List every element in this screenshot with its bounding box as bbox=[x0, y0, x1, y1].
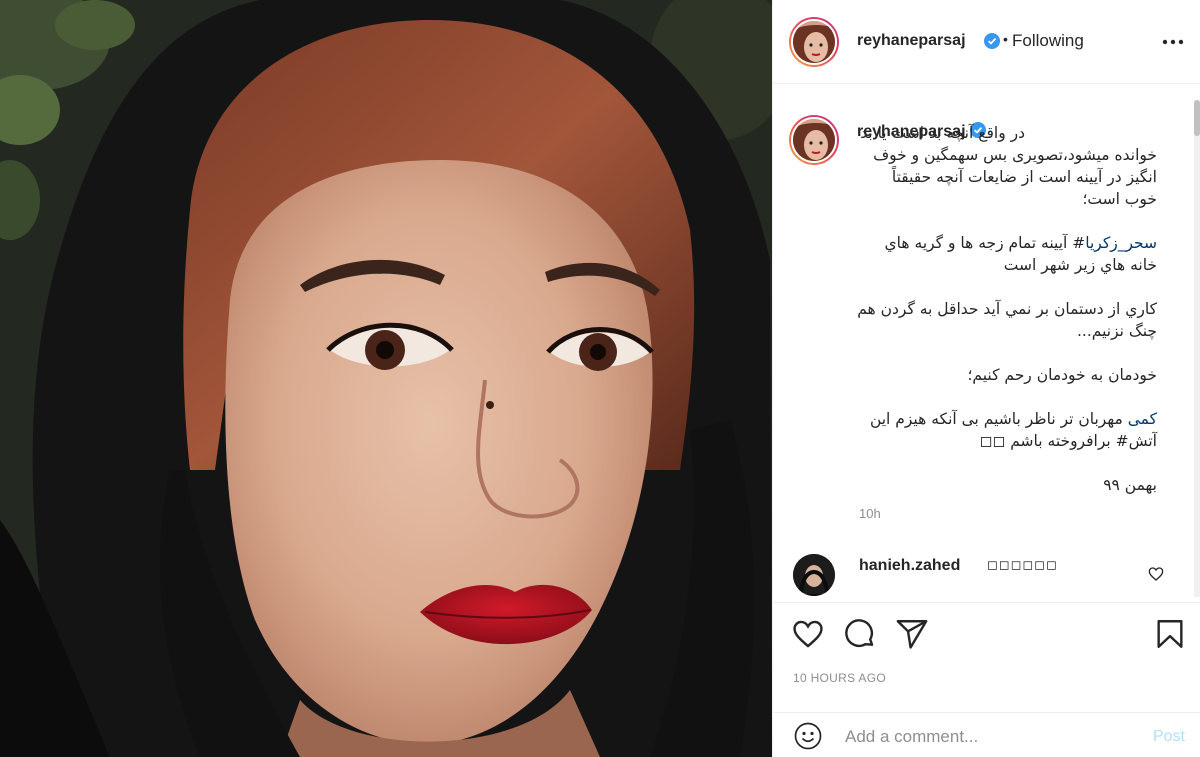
caption-text: در واقع آنچه بد است یا بد خوانده میشود،ت… bbox=[857, 122, 1157, 518]
comments-scrollbar[interactable] bbox=[1194, 100, 1200, 597]
comment-icon[interactable] bbox=[843, 617, 877, 651]
add-comment-bar: Post bbox=[773, 712, 1200, 757]
caption-paragraph: بهمن ۹۹ bbox=[1103, 476, 1157, 494]
comment-like-heart-icon[interactable] bbox=[1148, 566, 1164, 582]
caption-author-avatar[interactable] bbox=[789, 115, 839, 165]
separator-dot: • bbox=[1003, 31, 1008, 47]
caption-paragraph: سحر_زکریا# آیینه تمام زجه ها و گریه هاي … bbox=[884, 234, 1157, 274]
commenter-avatar[interactable] bbox=[793, 554, 835, 596]
post-comment-button[interactable]: Post bbox=[1153, 728, 1185, 746]
post-actions: 10 HOURS AGO bbox=[773, 602, 1200, 712]
avatar-image bbox=[793, 119, 835, 161]
avatar-image bbox=[793, 21, 835, 63]
caption-paragraph: در واقع آنچه بد است یا بد خوانده میشود،ت… bbox=[860, 124, 1157, 208]
caption-paragraph: خودمان به خودمان رحم کنیم؛ bbox=[967, 366, 1158, 384]
avatar-image bbox=[793, 554, 835, 596]
comments-section: reyhaneparsaj در واقع آنچه بد است یا بد … bbox=[773, 84, 1200, 602]
post-side-panel: reyhaneparsaj • Following reyhaneparsaj … bbox=[772, 0, 1200, 757]
emoji-icon[interactable] bbox=[793, 721, 823, 751]
commenter-username[interactable]: hanieh.zahed bbox=[859, 557, 960, 575]
verified-badge-icon bbox=[984, 33, 1000, 49]
scrollbar-thumb[interactable] bbox=[1194, 100, 1200, 136]
bookmark-icon[interactable] bbox=[1153, 617, 1187, 651]
following-button[interactable]: Following bbox=[1012, 31, 1084, 51]
send-icon[interactable] bbox=[895, 617, 929, 651]
post-photo[interactable] bbox=[0, 0, 772, 757]
author-avatar[interactable] bbox=[789, 17, 839, 67]
portrait-image bbox=[0, 0, 772, 757]
hashtag-link[interactable]: سحر_زکریا bbox=[1085, 234, 1157, 252]
caption-paragraph: کمی مهربان تر ناظر باشیم بی آنکه هیزم ای… bbox=[869, 410, 1157, 450]
post-timestamp[interactable]: 10 HOURS AGO bbox=[793, 671, 886, 685]
caption-age[interactable]: 10h bbox=[859, 506, 881, 521]
post-header: reyhaneparsaj • Following bbox=[773, 0, 1200, 84]
hashtag-link[interactable]: کمی bbox=[1128, 410, 1157, 428]
comment-input[interactable] bbox=[845, 723, 1115, 751]
caption-paragraph: کاري از دستمان بر نمي آید حداقل به گردن … bbox=[857, 300, 1157, 340]
comment-text: ◻◻◻◻◻◻ bbox=[987, 558, 1058, 573]
heart-icon[interactable] bbox=[791, 617, 825, 651]
more-options-icon[interactable] bbox=[1159, 30, 1187, 54]
author-username[interactable]: reyhaneparsaj bbox=[857, 32, 966, 50]
